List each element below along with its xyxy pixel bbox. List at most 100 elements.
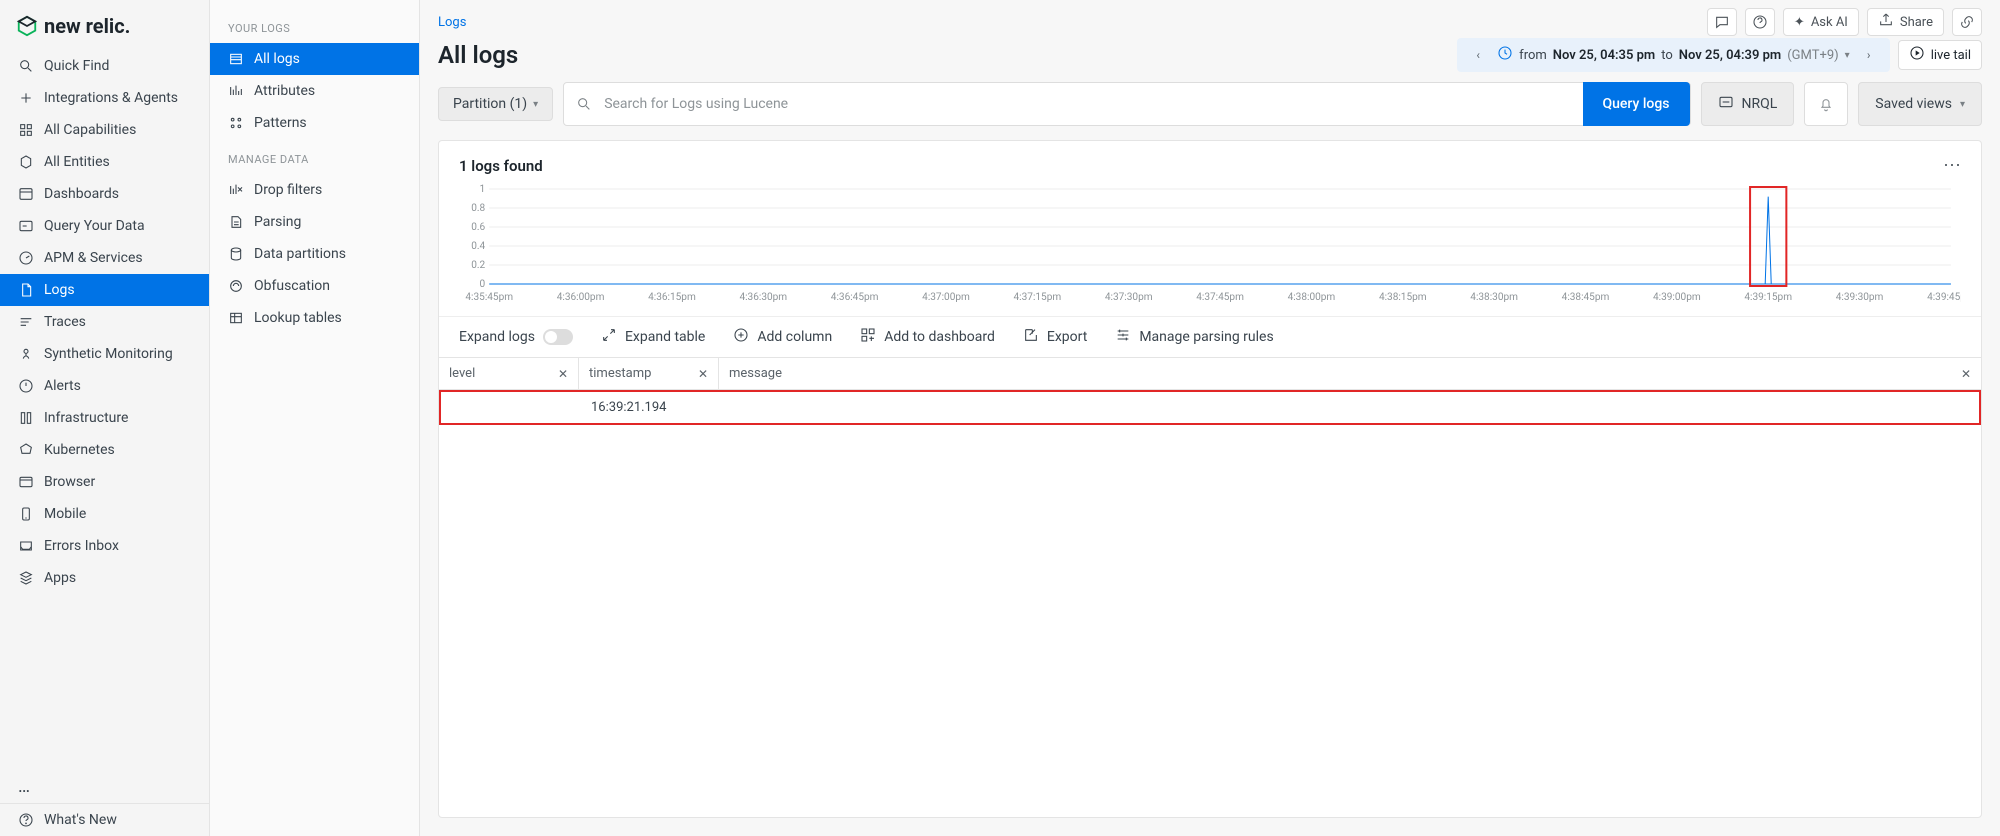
histogram-chart[interactable]: 10.80.60.40.204:35:45pm4:36:00pm4:36:15p… — [439, 184, 1981, 316]
log-row[interactable]: 16:39:21.194 — [439, 390, 1981, 425]
nav-item-all-capabilities[interactable]: All Capabilities — [0, 114, 209, 146]
your-logs-header: YOUR LOGS — [210, 18, 419, 43]
nav-item-all-entities[interactable]: All Entities — [0, 146, 209, 178]
nav-item-logs[interactable]: Logs — [0, 274, 209, 306]
time-range-picker[interactable]: ‹ from Nov 25, 04:35 pm to Nov 25, 04:39… — [1457, 38, 1890, 72]
sec-item-parsing[interactable]: Parsing — [210, 206, 419, 238]
copy-link-button[interactable] — [1952, 8, 1982, 36]
svg-text:0.4: 0.4 — [471, 241, 485, 252]
add-column-label: Add column — [757, 329, 832, 345]
sec-item-drop-filters[interactable]: Drop filters — [210, 174, 419, 206]
column-timestamp-label: timestamp — [589, 366, 651, 381]
expand-table-button[interactable]: Expand table — [601, 327, 705, 347]
time-prev[interactable]: ‹ — [1465, 42, 1491, 68]
log-search-input[interactable] — [604, 83, 1583, 125]
nav-item-dashboards[interactable]: Dashboards — [0, 178, 209, 210]
add-column-button[interactable]: Add column — [733, 327, 832, 347]
column-message[interactable]: message ✕ — [719, 358, 1981, 389]
svg-text:4:39:00pm: 4:39:00pm — [1653, 292, 1701, 303]
whats-new-item[interactable]: What's New — [0, 804, 209, 836]
dashboard-icon — [860, 327, 876, 347]
time-next[interactable]: › — [1856, 42, 1882, 68]
sec-item-attributes[interactable]: Attributes — [210, 75, 419, 107]
remove-timestamp-column[interactable]: ✕ — [698, 367, 708, 381]
export-button[interactable]: Export — [1023, 327, 1087, 347]
partition-label: Partition (1) — [453, 96, 527, 112]
nav-item-synthetic-monitoring[interactable]: Synthetic Monitoring — [0, 338, 209, 370]
svg-text:4:38:45pm: 4:38:45pm — [1562, 292, 1610, 303]
nav-item-label: Logs — [44, 282, 75, 298]
query-logs-button[interactable]: Query logs — [1583, 82, 1690, 126]
nav-item-kubernetes[interactable]: Kubernetes — [0, 434, 209, 466]
column-level[interactable]: level ✕ — [439, 358, 579, 389]
sec-item-data-partitions[interactable]: Data partitions — [210, 238, 419, 270]
sec-item-obfuscation[interactable]: Obfuscation — [210, 270, 419, 302]
inbox-icon — [18, 538, 34, 554]
nav-item-label: Kubernetes — [44, 442, 115, 458]
nav-item-quick-find[interactable]: Quick Find — [0, 50, 209, 82]
svg-text:4:38:30pm: 4:38:30pm — [1470, 292, 1518, 303]
manage-parsing-label: Manage parsing rules — [1139, 329, 1273, 345]
help-icon — [18, 812, 34, 828]
nrql-button[interactable]: NRQL — [1701, 82, 1795, 126]
apps-icon — [18, 570, 34, 586]
share-button[interactable]: Share — [1867, 8, 1944, 36]
nav-item-label: Quick Find — [44, 58, 109, 74]
ask-ai-button[interactable]: ✦ Ask AI — [1783, 8, 1859, 36]
nav-item-apps[interactable]: Apps — [0, 562, 209, 594]
notifications-button[interactable] — [1804, 82, 1848, 126]
nav-item-apm-services[interactable]: APM & Services — [0, 242, 209, 274]
cell-level — [441, 392, 581, 423]
search-icon — [18, 58, 34, 74]
nav-item-label: Query Your Data — [44, 218, 145, 234]
nav-item-label: All Capabilities — [44, 122, 136, 138]
nav-item-infrastructure[interactable]: Infrastructure — [0, 402, 209, 434]
expand-logs-toggle[interactable]: Expand logs — [459, 329, 573, 345]
chevron-down-icon: ▾ — [533, 99, 538, 110]
primary-sidebar: new relic. Quick Find Integrations & Agen… — [0, 0, 210, 836]
time-from: Nov 25, 04:35 pm — [1553, 48, 1655, 63]
sec-item-patterns[interactable]: Patterns — [210, 107, 419, 139]
card-more-button[interactable]: ⋯ — [1943, 155, 1961, 176]
sec-icon — [228, 182, 244, 198]
toggle-icon — [543, 329, 573, 345]
sparkle-icon: ✦ — [1794, 15, 1805, 30]
remove-level-column[interactable]: ✕ — [558, 367, 568, 381]
nav-item-traces[interactable]: Traces — [0, 306, 209, 338]
time-range-controls: ‹ from Nov 25, 04:35 pm to Nov 25, 04:39… — [1457, 38, 1982, 72]
add-to-dashboard-button[interactable]: Add to dashboard — [860, 327, 995, 347]
live-tail-button[interactable]: live tail — [1898, 40, 1982, 70]
nav-item-label: Integrations & Agents — [44, 90, 178, 106]
column-timestamp[interactable]: timestamp ✕ — [579, 358, 719, 389]
export-label: Export — [1047, 329, 1087, 345]
manage-parsing-button[interactable]: Manage parsing rules — [1115, 327, 1273, 347]
svg-text:4:37:30pm: 4:37:30pm — [1105, 292, 1153, 303]
nav-item-alerts[interactable]: Alerts — [0, 370, 209, 402]
chevron-down-icon: ▾ — [1960, 99, 1965, 110]
nav-item-integrations-agents[interactable]: Integrations & Agents — [0, 82, 209, 114]
nav-item-query-your-data[interactable]: Query Your Data — [0, 210, 209, 242]
saved-views-button[interactable]: Saved views ▾ — [1858, 82, 1982, 126]
sec-item-label: Drop filters — [254, 182, 322, 198]
sec-icon — [228, 246, 244, 262]
sec-item-label: Patterns — [254, 115, 307, 131]
brand-logo[interactable]: new relic. — [0, 0, 209, 46]
sec-item-lookup-tables[interactable]: Lookup tables — [210, 302, 419, 334]
nav-item-label: All Entities — [44, 154, 110, 170]
chat-icon-button[interactable] — [1707, 8, 1737, 36]
sec-item-all-logs[interactable]: All logs — [210, 43, 419, 75]
cell-timestamp: 16:39:21.194 — [581, 392, 721, 423]
grid-icon — [18, 122, 34, 138]
nav-item-label: Mobile — [44, 506, 86, 522]
help-icon-button[interactable] — [1745, 8, 1775, 36]
partition-button[interactable]: Partition (1) ▾ — [438, 87, 553, 121]
nav-item-label: Browser — [44, 474, 95, 490]
breadcrumb-logs[interactable]: Logs — [438, 15, 466, 30]
nav-item-errors-inbox[interactable]: Errors Inbox — [0, 530, 209, 562]
sec-icon — [228, 278, 244, 294]
nav-more[interactable]: … — [0, 770, 209, 803]
nav-item-browser[interactable]: Browser — [0, 466, 209, 498]
query-icon — [18, 218, 34, 234]
remove-message-column[interactable]: ✕ — [1961, 367, 1971, 381]
nav-item-mobile[interactable]: Mobile — [0, 498, 209, 530]
